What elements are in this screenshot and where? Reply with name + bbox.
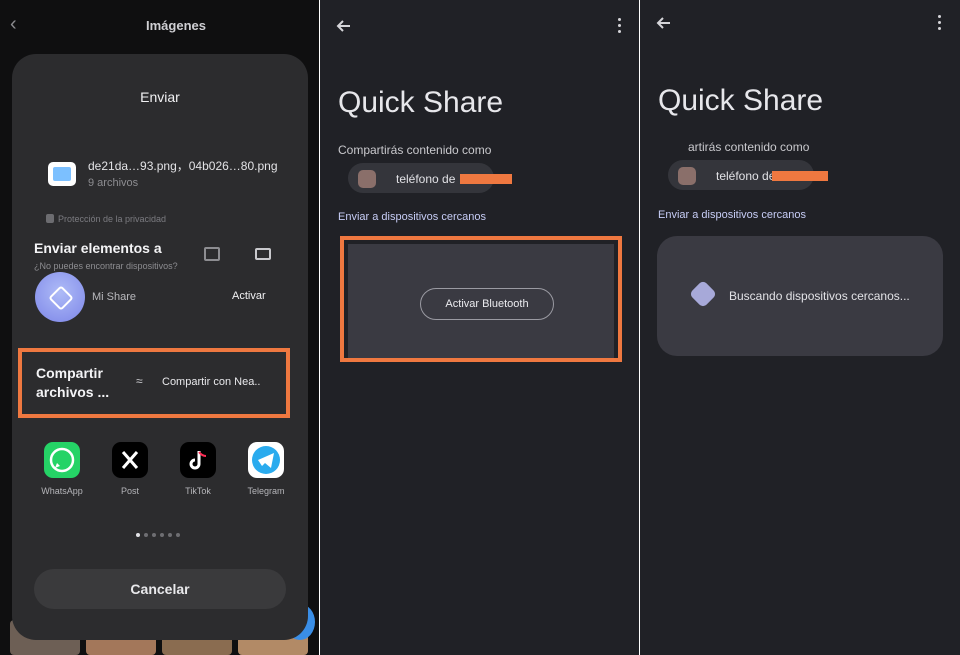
privacy-text: Protección de la privacidad xyxy=(58,214,167,224)
loading-icon xyxy=(688,279,718,309)
back-arrow-icon[interactable] xyxy=(654,13,674,33)
app-label: TikTok xyxy=(185,486,211,496)
top-bar: ‹ Imágenes xyxy=(0,0,320,50)
device-chip[interactable]: teléfono de xyxy=(668,160,828,190)
page-dot xyxy=(152,533,156,537)
quick-share-searching-screen: Quick Share artirás contenido como teléf… xyxy=(640,0,960,655)
page-dot xyxy=(144,533,148,537)
whatsapp-icon xyxy=(44,442,80,478)
back-arrow-icon[interactable] xyxy=(334,16,354,36)
device-chip[interactable]: teléfono de xyxy=(348,163,512,193)
file-count: 9 archivos xyxy=(88,177,139,189)
cancel-button[interactable]: Cancelar xyxy=(34,569,286,609)
tiktok-icon xyxy=(180,442,216,478)
page-dot xyxy=(168,533,172,537)
activate-button[interactable]: Activar xyxy=(232,290,266,302)
mi-share-label: Mi Share xyxy=(92,291,137,303)
privacy-label[interactable]: Protección de la privacidad xyxy=(46,214,166,224)
nearby-devices-link[interactable]: Enviar a dispositivos cercanos xyxy=(658,209,806,221)
activate-bluetooth-button[interactable]: Activar Bluetooth xyxy=(420,288,554,320)
cant-find-link[interactable]: ¿No puedes encontrar dispositivos? xyxy=(34,261,178,271)
redaction-bar xyxy=(460,174,512,184)
app-label: Post xyxy=(120,486,139,496)
device-avatar xyxy=(678,167,696,185)
app-post[interactable]: Post xyxy=(102,442,158,496)
telegram-icon xyxy=(248,442,284,478)
app-label: Telegram xyxy=(247,486,285,496)
device-name: teléfono de xyxy=(716,169,776,183)
page-title: Quick Share xyxy=(338,86,504,119)
send-sheet: Enviar de21da…93.png，04b026…80.png 9 arc… xyxy=(12,54,308,640)
more-options-icon[interactable] xyxy=(618,18,622,34)
searching-label: Buscando dispositivos cercanos... xyxy=(729,289,910,303)
page-indicator xyxy=(136,524,184,537)
mi-share-avatar[interactable] xyxy=(35,272,85,322)
bluetooth-highlight: Activar Bluetooth xyxy=(340,236,622,362)
app-label: WhatsApp xyxy=(41,486,83,496)
page-title: Quick Share xyxy=(658,84,824,117)
nearby-share-icon: ≈ xyxy=(136,374,143,388)
x-icon xyxy=(112,442,148,478)
app-telegram[interactable]: Telegram xyxy=(238,442,294,496)
nearby-devices-link[interactable]: Enviar a dispositivos cercanos xyxy=(338,211,486,223)
app-row: WhatsApp Post TikTok Telegram xyxy=(34,442,294,502)
app-tiktok[interactable]: TikTok xyxy=(170,442,226,496)
device-name: teléfono de xyxy=(396,172,456,186)
share-as-label: artirás contenido como xyxy=(688,140,810,154)
page-dot xyxy=(160,533,164,537)
file-names: de21da…93.png，04b026…80.png xyxy=(88,159,278,173)
page-dot-active xyxy=(136,533,140,537)
redaction-bar xyxy=(772,171,828,181)
nearby-share-label: Compartir con Nea.. xyxy=(162,376,261,388)
image-file-icon xyxy=(48,162,76,186)
share-sheet-screen: ‹ Imágenes Enviar de21da…93.png，04b026…8… xyxy=(0,0,320,655)
share-files-label: Compartir archivos ... xyxy=(36,365,110,400)
share-as-label: Compartirás contenido como xyxy=(338,143,492,157)
device-avatar xyxy=(358,170,376,188)
print-icon[interactable] xyxy=(204,247,220,261)
gallery-title: Imágenes xyxy=(146,18,206,33)
app-whatsapp[interactable]: WhatsApp xyxy=(34,442,90,496)
mi-share-icon xyxy=(48,285,74,311)
shield-icon xyxy=(46,214,54,223)
more-options-icon[interactable] xyxy=(938,15,942,31)
share-files-option[interactable]: Compartir archivos ... ≈ Compartir con N… xyxy=(18,348,290,418)
searching-card: Buscando dispositivos cercanos... xyxy=(657,236,943,356)
tv-icon[interactable] xyxy=(255,248,271,260)
sheet-title: Enviar xyxy=(140,89,180,105)
bluetooth-card: Activar Bluetooth xyxy=(348,244,614,358)
quick-share-bluetooth-screen: Quick Share Compartirás contenido como t… xyxy=(320,0,640,655)
send-heading: Enviar elementos a xyxy=(34,240,162,256)
page-dot xyxy=(176,533,180,537)
